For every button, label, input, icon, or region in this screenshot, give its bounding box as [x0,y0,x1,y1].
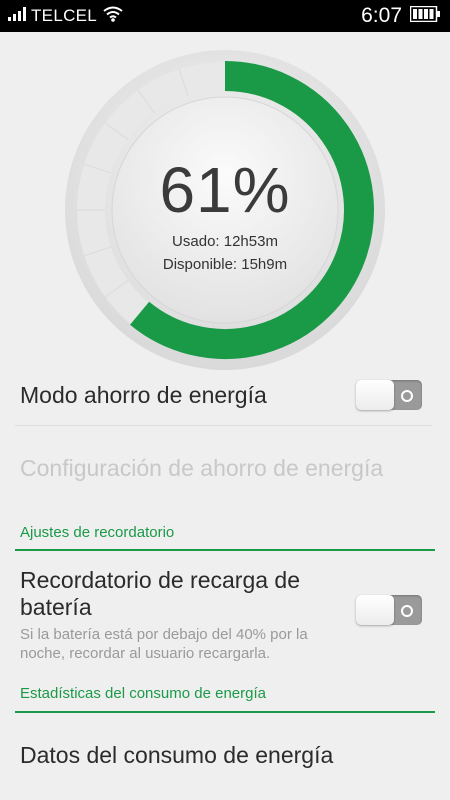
toggle-knob [356,595,394,625]
gauge-text: 61% Usado: 12h53m Disponible: 15h9m [60,45,390,375]
divider [15,425,432,426]
power-saving-mode-toggle[interactable] [356,380,422,410]
battery-icon [409,5,440,27]
status-right: 6:07 [361,4,440,28]
status-left: TELCEL [8,6,123,27]
battery-available-time: Disponible: 15h9m [162,256,288,273]
stats-section-header: Estadísticas del consumo de energía [20,685,266,702]
recharge-reminder-label-line1: Recordatorio de recarga de [20,567,300,593]
reminder-section-line [15,549,435,551]
battery-gauge: 61% Usado: 12h53m Disponible: 15h9m [60,45,390,375]
recharge-reminder-description-line1: Si la batería está por debajo del 40% po… [20,626,308,643]
toggle-off-ring-icon [401,390,413,402]
consumption-data-item[interactable]: Datos del consumo de energía [20,742,333,769]
power-saving-config-item[interactable]: Configuración de ahorro de energía [20,455,383,482]
carrier-name: TELCEL [31,6,98,25]
battery-used-time: Usado: 12h53m [172,233,278,250]
stats-section-line [15,711,435,713]
toggle-knob [356,380,394,410]
toggle-off-ring-icon [401,605,413,617]
reminder-section-header: Ajustes de recordatorio [20,524,175,541]
signal-icon [8,6,26,26]
recharge-reminder-description-line2: noche, recordar al usuario recargarla. [20,645,271,662]
battery-percent: 61% [159,154,291,226]
recharge-reminder-toggle[interactable] [356,595,422,625]
recharge-reminder-label-line2: batería [20,594,92,620]
clock: 6:07 [361,4,402,27]
wifi-icon [103,6,123,27]
power-saving-mode-label: Modo ahorro de energía [20,382,267,408]
status-bar: TELCEL 6:07 [0,0,450,32]
